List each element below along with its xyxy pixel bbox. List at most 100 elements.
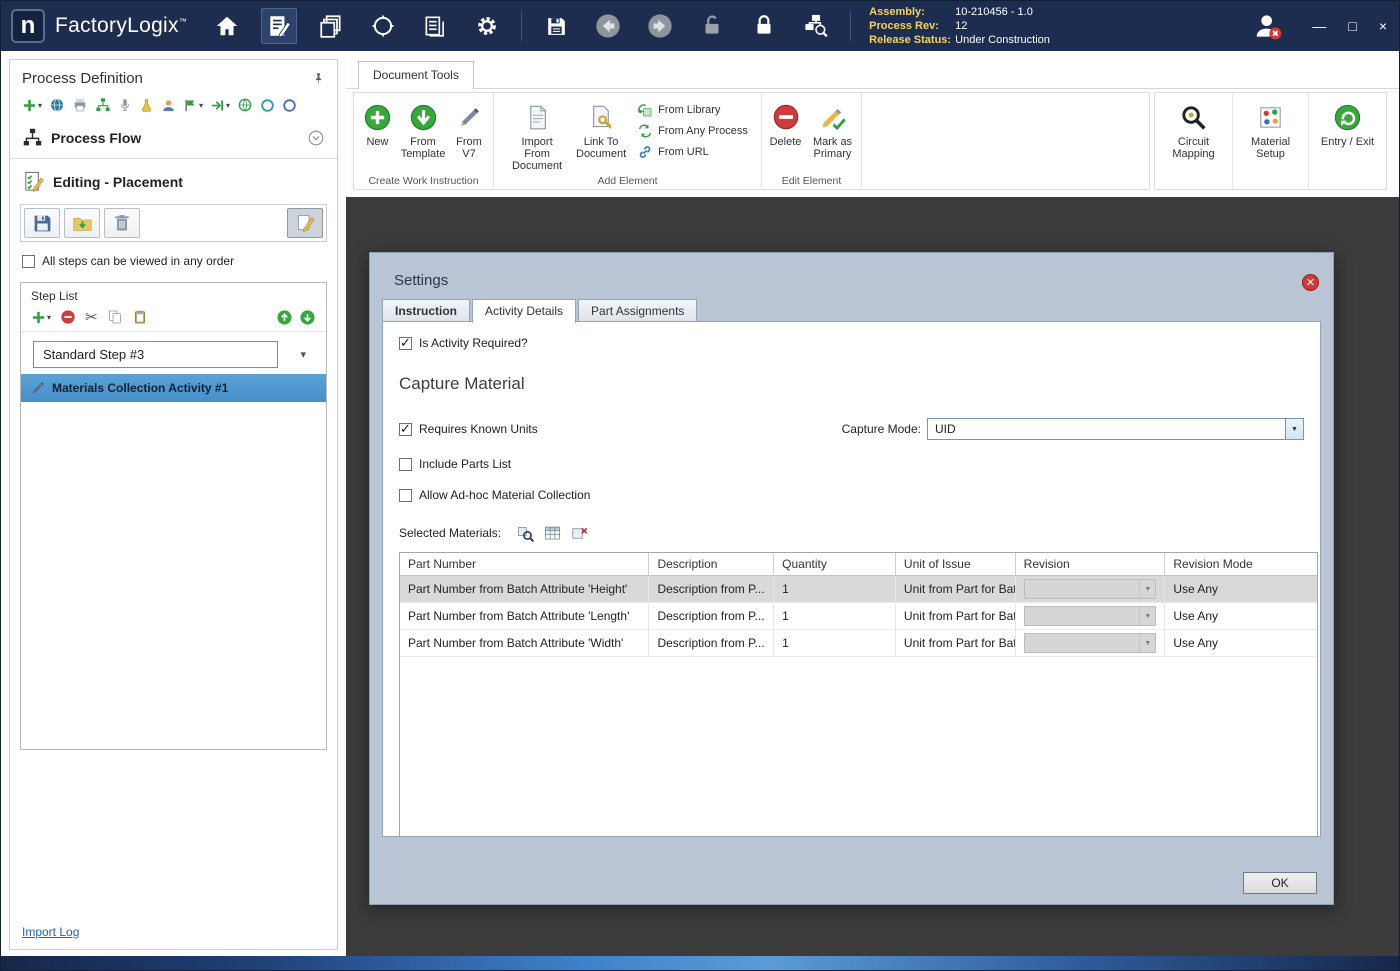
ribbon: New From Template From V7 Create W: [346, 89, 1399, 197]
checkbox-box[interactable]: [22, 255, 35, 268]
material-table-icon[interactable]: [541, 522, 563, 544]
from-v7-button[interactable]: From V7: [449, 96, 489, 164]
cell-part-number: Part Number from Batch Attribute 'Width': [400, 630, 649, 656]
activity-list-item[interactable]: Materials Collection Activity #1: [21, 374, 326, 402]
flow-icon[interactable]: [95, 97, 111, 113]
cell-revision-mode: Use Any: [1165, 630, 1317, 656]
column-header[interactable]: Unit of Issue: [896, 553, 1016, 575]
process-toolbar: ▾ ▾ ▾: [10, 91, 337, 117]
table-row[interactable]: Part Number from Batch Attribute 'Width'…: [400, 630, 1317, 657]
copy-icon[interactable]: [107, 309, 123, 325]
tab-document-tools[interactable]: Document Tools: [358, 61, 474, 89]
flask-icon[interactable]: [139, 98, 154, 113]
move-up-icon[interactable]: [276, 309, 293, 326]
move-down-icon[interactable]: [299, 309, 316, 326]
checkbox-label: Requires Known Units: [419, 422, 538, 436]
find-material-icon[interactable]: [514, 522, 536, 544]
web-sync-icon[interactable]: [237, 97, 253, 113]
allow-adhoc-checkbox[interactable]: Allow Ad-hoc Material Collection: [399, 488, 1304, 502]
paste-icon[interactable]: [132, 309, 148, 325]
pin-icon[interactable]: [312, 72, 325, 85]
view-order-checkbox[interactable]: All steps can be viewed in any order: [10, 244, 337, 278]
column-header[interactable]: Quantity: [774, 553, 896, 575]
from-any-process-item[interactable]: From Any Process: [637, 123, 748, 139]
circuit-mapping-button[interactable]: Circuit Mapping: [1158, 96, 1230, 164]
save-icon[interactable]: [538, 8, 574, 44]
material-setup-button[interactable]: Material Setup: [1235, 96, 1306, 164]
new-button[interactable]: New: [358, 96, 397, 152]
add-step-icon[interactable]: ▾: [31, 310, 51, 325]
forward-icon[interactable]: [642, 8, 678, 44]
documents-icon[interactable]: [417, 8, 453, 44]
audio-icon[interactable]: [118, 98, 132, 112]
revision-select[interactable]: ▼: [1024, 633, 1157, 653]
maximize-button[interactable]: □: [1348, 19, 1356, 33]
step-expander-icon[interactable]: ▾: [300, 348, 306, 361]
activity-label: Materials Collection Activity #1: [52, 381, 228, 395]
edit-mode-button[interactable]: [287, 208, 323, 238]
table-row[interactable]: Part Number from Batch Attribute 'Height…: [400, 576, 1317, 603]
publish-icon[interactable]: ▾: [183, 98, 203, 113]
delete-element-button[interactable]: Delete: [765, 96, 807, 152]
process-flow-row[interactable]: Process Flow: [10, 117, 337, 156]
status-teal-icon[interactable]: [260, 98, 275, 113]
entry-exit-button[interactable]: Entry / Exit: [1312, 96, 1384, 152]
checkbox-box[interactable]: [399, 458, 412, 471]
unlock-icon[interactable]: [694, 8, 730, 44]
tab-activity-details[interactable]: Activity Details: [472, 299, 576, 323]
revision-select[interactable]: ▼: [1024, 606, 1157, 626]
close-button[interactable]: ×: [1379, 19, 1387, 33]
remove-step-icon[interactable]: [60, 309, 76, 325]
step-dropdown[interactable]: Standard Step #3: [33, 341, 278, 368]
requires-known-units-checkbox[interactable]: Requires Known Units: [399, 422, 538, 436]
tab-instruction[interactable]: Instruction: [382, 299, 470, 322]
revision-select[interactable]: ▼: [1024, 579, 1157, 599]
checkbox-box[interactable]: [399, 423, 412, 436]
delete-step-button[interactable]: [104, 208, 140, 238]
process-definition-icon[interactable]: [261, 8, 297, 44]
from-url-item[interactable]: From URL: [637, 144, 748, 160]
table-row[interactable]: Part Number from Batch Attribute 'Length…: [400, 603, 1317, 630]
ok-button[interactable]: OK: [1243, 872, 1317, 894]
export-icon[interactable]: ▾: [210, 98, 230, 113]
link-to-document-button[interactable]: Link To Document: [571, 96, 631, 164]
back-icon[interactable]: [590, 8, 626, 44]
from-template-button[interactable]: From Template: [397, 96, 449, 164]
import-from-document-button[interactable]: Import From Document: [503, 96, 571, 176]
activity-required-checkbox[interactable]: Is Activity Required?: [399, 336, 1304, 350]
import-button[interactable]: [64, 208, 100, 238]
dialog-close-icon[interactable]: ✕: [1302, 274, 1319, 291]
checkbox-box[interactable]: [399, 489, 412, 502]
globe-icon[interactable]: [49, 97, 65, 113]
gear-icon[interactable]: [469, 8, 505, 44]
remove-material-icon[interactable]: [568, 522, 590, 544]
status-blue-icon[interactable]: [282, 98, 297, 113]
layers-icon[interactable]: [313, 8, 349, 44]
minimize-button[interactable]: —: [1312, 19, 1326, 33]
column-header[interactable]: Description: [649, 553, 774, 575]
process-search-icon[interactable]: [798, 8, 834, 44]
capture-mode-select[interactable]: UID ▼: [927, 418, 1304, 440]
home-icon[interactable]: [209, 8, 245, 44]
collapse-icon[interactable]: [307, 129, 325, 147]
save-step-button[interactable]: [24, 208, 60, 238]
tab-part-assignments[interactable]: Part Assignments: [578, 299, 697, 322]
from-library-item[interactable]: From Library: [637, 102, 748, 118]
operator-icon[interactable]: [161, 98, 176, 113]
units-capture-row: Requires Known Units Capture Mode: UID ▼: [399, 418, 1304, 440]
include-parts-list-checkbox[interactable]: Include Parts List: [399, 457, 1304, 471]
column-header[interactable]: Part Number: [400, 553, 649, 575]
user-logout-icon[interactable]: [1250, 8, 1286, 44]
add-icon[interactable]: ▾: [22, 98, 42, 113]
cut-icon[interactable]: ✂: [85, 308, 98, 326]
chevron-down-icon[interactable]: ▼: [1285, 419, 1303, 439]
checkbox-box[interactable]: [399, 337, 412, 350]
column-header[interactable]: Revision Mode: [1165, 553, 1317, 575]
mark-as-primary-button[interactable]: Mark as Primary: [807, 96, 859, 164]
import-log-link[interactable]: Import Log: [22, 925, 79, 939]
column-header[interactable]: Revision: [1016, 553, 1166, 575]
print-icon[interactable]: [72, 97, 88, 113]
checkbox-label: Is Activity Required?: [419, 336, 528, 350]
lock-icon[interactable]: [746, 8, 782, 44]
compass-icon[interactable]: [365, 8, 401, 44]
